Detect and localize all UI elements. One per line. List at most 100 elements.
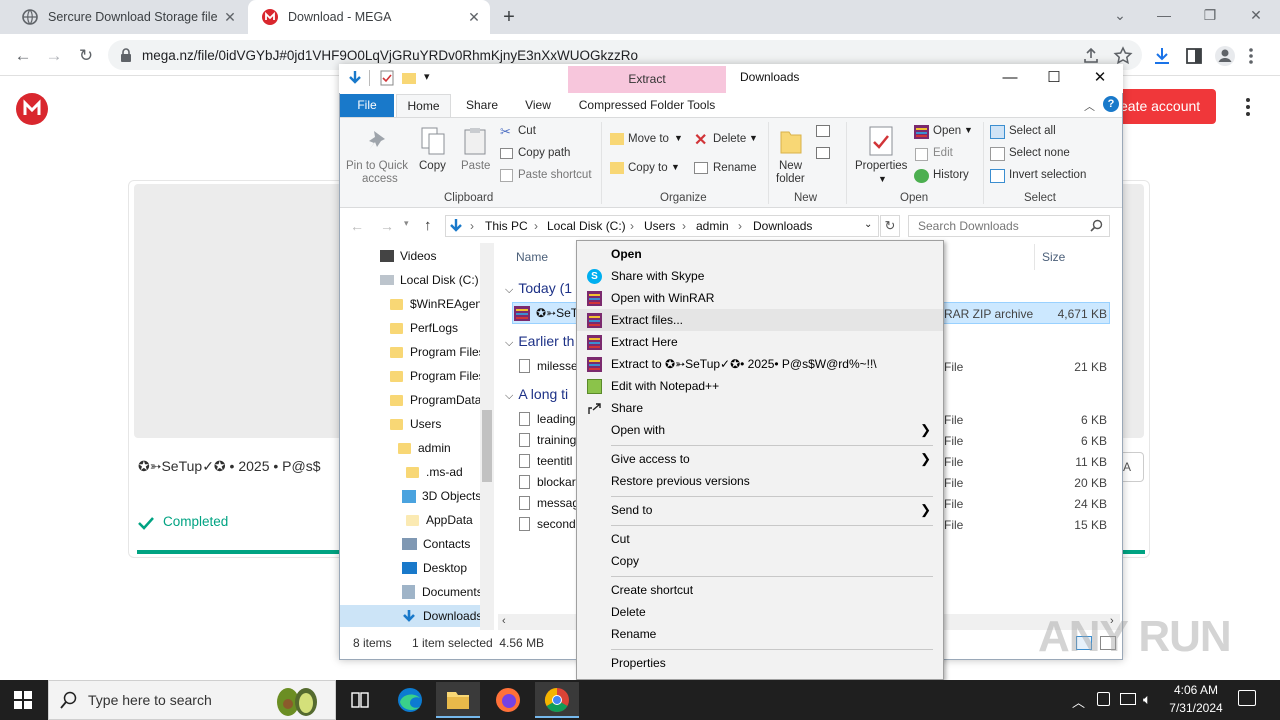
quick-access-down-arrow-icon[interactable] xyxy=(347,70,363,86)
menu-item-restore-versions[interactable]: Restore previous versions xyxy=(577,470,943,492)
nav-item-contacts[interactable]: Contacts xyxy=(340,533,470,555)
open-dropdown-icon[interactable]: ▼ xyxy=(964,125,973,135)
pin-quick-access-label-2[interactable]: access xyxy=(362,173,398,185)
nav-item-documents[interactable]: Documents xyxy=(340,581,480,603)
copy-label[interactable]: Copy xyxy=(419,160,446,172)
profile-avatar-icon[interactable] xyxy=(1214,45,1236,67)
firefox-icon[interactable] xyxy=(486,682,530,718)
delete-dropdown-icon[interactable]: ▼ xyxy=(749,133,758,143)
select-all-button[interactable]: Select all xyxy=(1009,125,1056,137)
properties-dropdown-icon[interactable]: ▼ xyxy=(878,174,887,184)
file-row-leading[interactable]: leading xyxy=(514,409,576,429)
explorer-maximize-icon[interactable]: ☐ xyxy=(1031,64,1077,92)
column-header-size[interactable]: Size xyxy=(1042,250,1065,264)
recent-locations-icon[interactable]: ▾ xyxy=(404,218,409,229)
explorer-back-icon[interactable]: ← xyxy=(350,218,364,234)
menu-item-edit-notepad[interactable]: Edit with Notepad++ xyxy=(577,375,943,397)
menu-item-open-with-winrar[interactable]: Open with WinRAR xyxy=(577,287,943,309)
clock-time[interactable]: 4:06 AM xyxy=(1168,683,1224,697)
edit-button[interactable]: Edit xyxy=(933,147,953,159)
menu-item-extract-to[interactable]: Extract to ✪➳SeTup✓✪• 2025• P@s$W@rd%~!!… xyxy=(577,353,943,375)
nav-item-admin[interactable]: admin xyxy=(340,437,451,459)
copy-to-dropdown-icon[interactable]: ▼ xyxy=(671,162,680,172)
file-row-seconde[interactable]: seconde xyxy=(514,514,582,534)
cut-button[interactable]: Cut xyxy=(518,125,536,137)
column-header-name[interactable]: Name xyxy=(516,250,548,264)
new-folder-icon[interactable] xyxy=(779,126,803,156)
nav-item-downloads[interactable]: Downloads xyxy=(340,605,480,627)
nav-scrollbar-thumb[interactable] xyxy=(482,410,492,482)
lock-icon[interactable] xyxy=(120,48,132,62)
select-none-button[interactable]: Select none xyxy=(1009,147,1070,159)
close-tab-icon[interactable]: ✕ xyxy=(222,9,238,25)
mega-menu-icon[interactable] xyxy=(1240,96,1256,118)
browser-tab-storage[interactable]: Sercure Download Storage file ✕ xyxy=(8,0,246,34)
explorer-minimize-icon[interactable]: — xyxy=(987,64,1033,92)
restore-icon[interactable]: ❐ xyxy=(1187,0,1233,30)
reload-icon[interactable]: ↻ xyxy=(75,45,97,67)
close-window-icon[interactable]: ✕ xyxy=(1233,0,1279,30)
ribbon-collapse-chevron-icon[interactable]: ︿ xyxy=(1084,98,1095,114)
breadcrumb-this-pc[interactable]: This PC xyxy=(485,219,528,233)
nav-item-appdata[interactable]: AppData xyxy=(340,509,473,531)
new-item-icon[interactable] xyxy=(816,125,830,137)
history-button[interactable]: History xyxy=(933,169,969,181)
group-header-earlier[interactable]: ⌵ Earlier th xyxy=(505,333,574,350)
refresh-icon[interactable]: ↻ xyxy=(880,215,900,237)
volume-icon[interactable]: 🔈︎ xyxy=(1143,691,1151,708)
nav-item-users[interactable]: Users xyxy=(340,413,441,435)
tab-home[interactable]: Home xyxy=(396,94,451,117)
minimize-icon[interactable]: — xyxy=(1141,0,1187,30)
nav-item-program-files[interactable]: Program Files xyxy=(340,341,480,363)
menu-item-cut[interactable]: Cut xyxy=(577,528,943,550)
pin-quick-access-label[interactable]: Pin to Quick xyxy=(346,160,408,172)
paste-label[interactable]: Paste xyxy=(461,160,490,172)
file-row-blockar[interactable]: blockar xyxy=(514,472,576,492)
tab-share[interactable]: Share xyxy=(456,94,508,117)
back-arrow-icon[interactable]: ← xyxy=(12,45,34,67)
scroll-left-icon[interactable]: ‹ xyxy=(502,615,506,627)
menu-item-open-with[interactable]: Open with ❯ xyxy=(577,419,943,441)
extract-contextual-tab[interactable]: Extract xyxy=(568,66,726,93)
up-arrow-icon[interactable]: ↑ xyxy=(424,217,432,234)
windows-start-icon[interactable] xyxy=(14,691,32,709)
easy-access-icon[interactable] xyxy=(816,147,830,159)
invert-selection-button[interactable]: Invert selection xyxy=(1009,169,1086,181)
nav-item-programdata[interactable]: ProgramData xyxy=(340,389,480,411)
taskbar-search-placeholder[interactable]: Type here to search xyxy=(88,692,212,708)
notifications-icon[interactable] xyxy=(1238,690,1256,706)
help-icon[interactable]: ? xyxy=(1103,96,1119,112)
move-to-dropdown-icon[interactable]: ▼ xyxy=(674,133,683,143)
new-folder-label[interactable]: New xyxy=(779,160,802,172)
url-text[interactable]: mega.nz/file/0idVGYbJ#0jd1VHF9O0LqVjGRuY… xyxy=(142,48,638,63)
chrome-menu-icon[interactable] xyxy=(1246,45,1256,67)
download-icon[interactable] xyxy=(1151,45,1173,67)
breadcrumb-downloads[interactable]: Downloads xyxy=(753,219,812,233)
file-row-teentitle[interactable]: teentitl xyxy=(514,451,572,471)
breadcrumb-admin[interactable]: admin xyxy=(696,219,729,233)
tray-chevron-up-icon[interactable]: ︿ xyxy=(1072,692,1085,711)
menu-item-delete[interactable]: Delete xyxy=(577,601,943,623)
file-row-training[interactable]: training xyxy=(514,430,576,450)
tab-search-chevron-icon[interactable]: ⌄ xyxy=(1097,0,1143,30)
menu-item-share-with-skype[interactable]: S Share with Skype xyxy=(577,265,943,287)
new-folder-label-2[interactable]: folder xyxy=(776,173,805,185)
copy-path-button[interactable]: Copy path xyxy=(518,147,570,159)
menu-item-open[interactable]: Open xyxy=(577,243,943,265)
properties-icon[interactable] xyxy=(868,126,894,156)
new-tab-icon[interactable]: + xyxy=(498,6,520,28)
tab-view[interactable]: View xyxy=(512,94,564,117)
copy-icon[interactable] xyxy=(420,126,446,156)
forward-arrow-icon[interactable]: → xyxy=(43,45,65,67)
explorer-search-input[interactable]: Search Downloads xyxy=(908,215,1110,237)
tab-file[interactable]: File xyxy=(340,94,394,117)
open-button[interactable]: Open xyxy=(933,125,961,137)
file-row-setup[interactable]: ✪➳SeT xyxy=(514,303,578,323)
nav-item-desktop[interactable]: Desktop xyxy=(340,557,467,579)
nav-item-program-files-x86[interactable]: Program Files xyxy=(340,365,480,387)
properties-label[interactable]: Properties xyxy=(855,160,907,172)
paste-icon[interactable] xyxy=(462,126,488,156)
paste-shortcut-button[interactable]: Paste shortcut xyxy=(518,169,592,181)
new-folder-qat-icon[interactable] xyxy=(402,71,416,85)
nav-item-3d-objects[interactable]: 3D Objects xyxy=(340,485,480,507)
